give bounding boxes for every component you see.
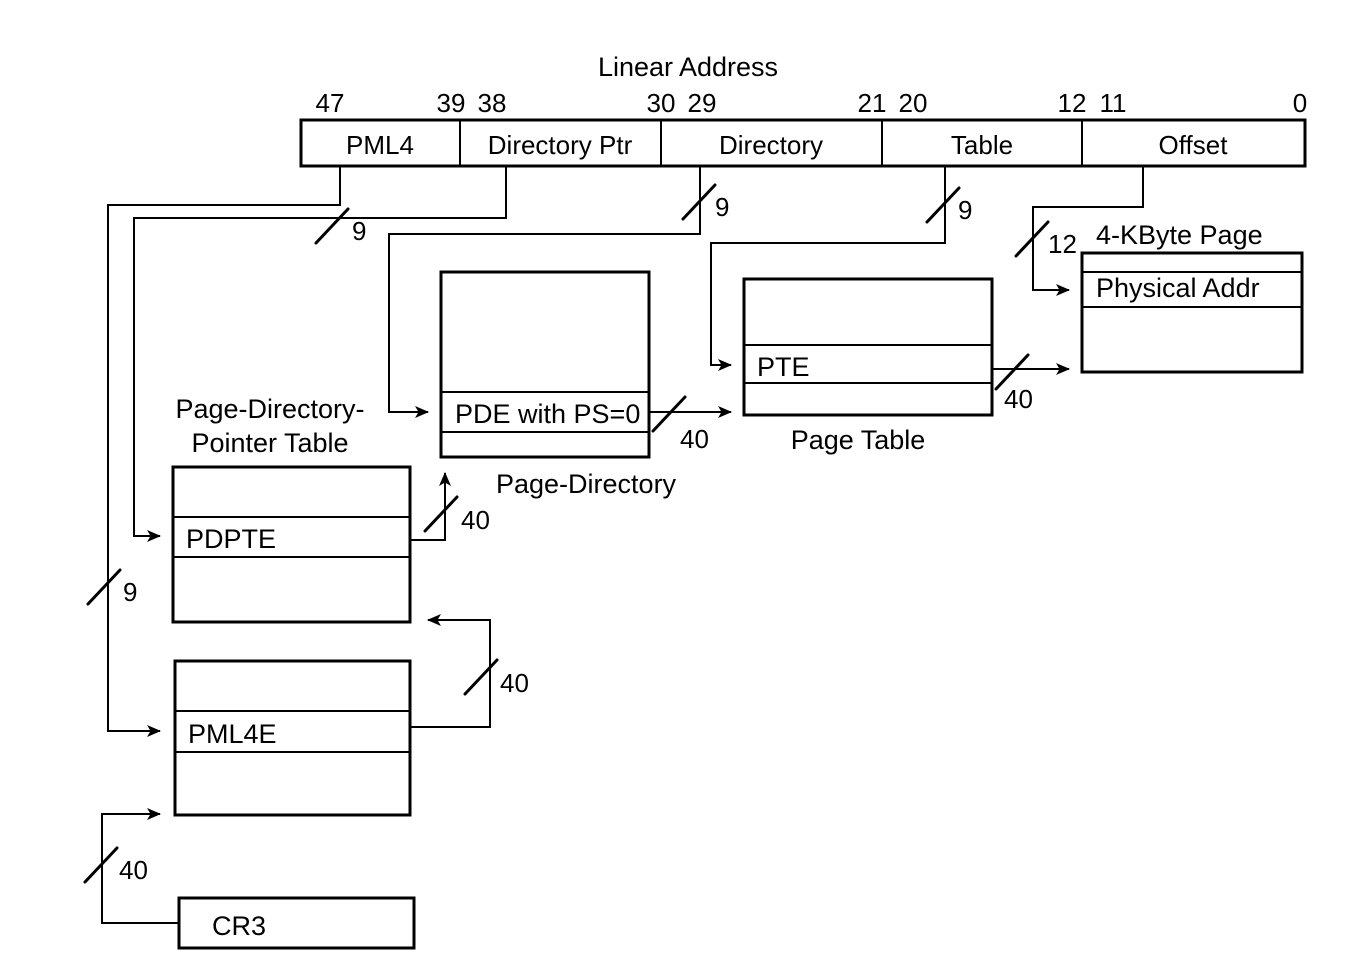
width-label-pml4e-addr: 40 xyxy=(500,668,529,698)
pml4e-entry-label: PML4E xyxy=(188,719,277,749)
slash-pdpte-addr xyxy=(423,495,459,533)
width-label-directory-index: 9 xyxy=(715,192,729,222)
pte-entry-label: PTE xyxy=(757,352,810,382)
width-label-offset: 12 xyxy=(1048,229,1077,259)
bit-label-38: 38 xyxy=(478,88,507,118)
pdpte-entry-label: PDPTE xyxy=(186,524,276,554)
page-directory-pointer-table-structure: Page-Directory- Pointer Table PDPTE xyxy=(171,394,412,624)
cr3-label: CR3 xyxy=(212,911,266,941)
field-label-directory: Directory xyxy=(719,130,823,160)
page-table-box xyxy=(742,277,994,417)
slash-pml4e-addr xyxy=(463,658,499,696)
page-table-structure: PTE Page Table xyxy=(742,277,994,455)
bit-label-12: 12 xyxy=(1058,88,1087,118)
width-label-dirptr-index: 9 xyxy=(123,577,137,607)
wire-pml4e-to-pdpt xyxy=(410,614,491,728)
width-label-pde-addr: 40 xyxy=(680,424,709,454)
slash-dirptr-index xyxy=(86,568,122,606)
diagram-title: Linear Address xyxy=(598,52,778,82)
paging-structures-diagram: Linear Address 47 39 38 30 29 21 20 12 1… xyxy=(0,0,1365,977)
width-label-table-index: 9 xyxy=(958,195,972,225)
page-directory-structure: PDE with PS=0 Page-Directory xyxy=(439,270,677,499)
slash-pml4-index xyxy=(314,207,350,245)
page-directory-caption: Page-Directory xyxy=(496,469,677,499)
bit-label-29: 29 xyxy=(688,88,717,118)
bit-label-21: 21 xyxy=(858,88,887,118)
width-label-pdpte-addr: 40 xyxy=(461,505,490,535)
page-table-caption: Page Table xyxy=(791,425,926,455)
bit-label-39: 39 xyxy=(437,88,466,118)
field-label-offset: Offset xyxy=(1159,130,1229,160)
field-label-directory-ptr: Directory Ptr xyxy=(488,130,633,160)
linear-address-bar: PML4 Directory Ptr Directory Table Offse… xyxy=(299,118,1307,168)
page-directory-box xyxy=(439,270,651,459)
cr3-register: CR3 xyxy=(177,896,416,950)
field-label-table: Table xyxy=(951,130,1013,160)
bit-label-20: 20 xyxy=(899,88,928,118)
field-label-pml4: PML4 xyxy=(346,130,414,160)
pdpt-caption-line1: Page-Directory- xyxy=(175,394,364,424)
bit-label-11: 11 xyxy=(1100,88,1127,118)
four-kbyte-page-structure: 4-KByte Page Physical Addr xyxy=(1080,220,1304,374)
bit-label-30: 30 xyxy=(647,88,676,118)
slash-table-index xyxy=(925,186,961,224)
width-label-pte-addr: 40 xyxy=(1004,384,1033,414)
pml4-table-structure: PML4E xyxy=(173,659,412,817)
width-label-pml4-index: 9 xyxy=(352,216,366,246)
pde-entry-label: PDE with PS=0 xyxy=(455,399,640,429)
bit-label-0: 0 xyxy=(1293,88,1307,118)
bit-label-47: 47 xyxy=(316,88,345,118)
four-kbyte-page-box xyxy=(1080,251,1304,374)
four-kbyte-page-caption: 4-KByte Page xyxy=(1096,220,1263,250)
width-label-cr3-base: 40 xyxy=(119,855,148,885)
pdpt-caption-line2: Pointer Table xyxy=(191,428,348,458)
physical-addr-entry-label: Physical Addr xyxy=(1096,273,1260,303)
